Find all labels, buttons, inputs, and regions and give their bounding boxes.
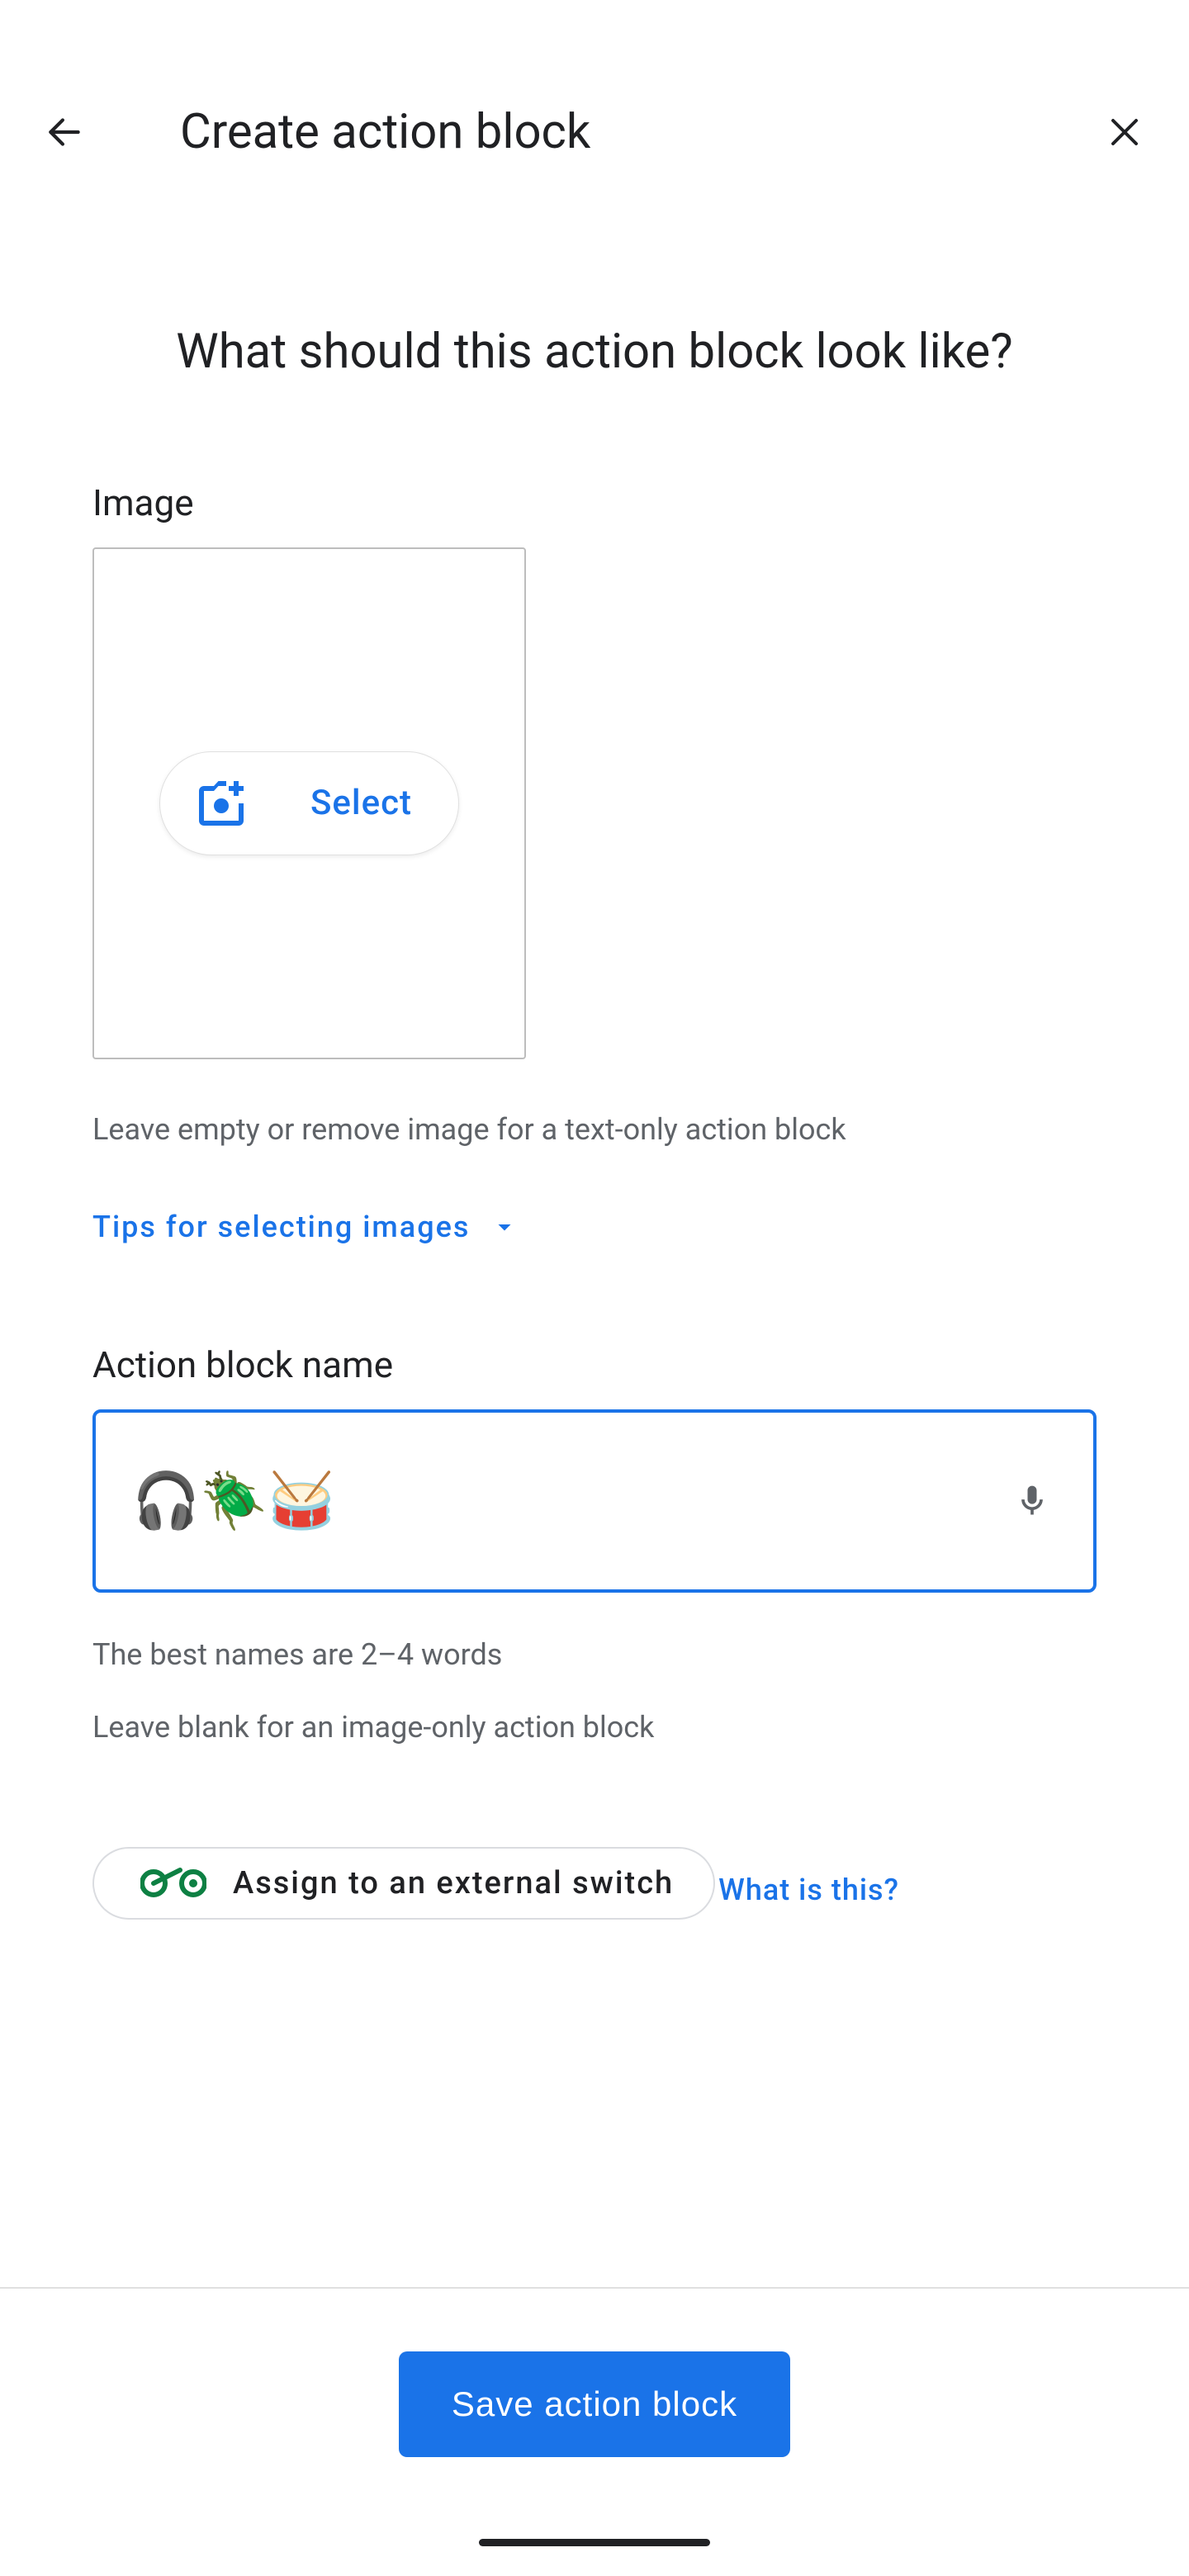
back-button[interactable] (40, 107, 89, 157)
save-action-block-button[interactable]: Save action block (399, 2351, 790, 2457)
headline: What should this action block look like? (92, 322, 1097, 382)
arrow-left-icon (44, 111, 85, 153)
app-bar: Create action block (0, 0, 1189, 264)
camera-add-icon (192, 774, 251, 833)
what-is-this-link[interactable]: What is this? (718, 1873, 899, 1907)
content-area: What should this action block look like?… (0, 322, 1189, 1920)
page-title: Create action block (180, 104, 1100, 160)
tips-link-label: Tips for selecting images (92, 1210, 470, 1244)
voice-input-button[interactable] (1007, 1476, 1057, 1526)
close-button[interactable] (1100, 107, 1149, 157)
assign-switch-button[interactable]: Assign to an external switch (92, 1847, 715, 1920)
chevron-down-icon (490, 1212, 519, 1242)
image-helper-text: Leave empty or remove image for a text-o… (92, 1109, 1097, 1150)
tips-link[interactable]: Tips for selecting images (92, 1210, 1097, 1244)
image-label: Image (92, 481, 1097, 524)
select-image-button[interactable]: Select (159, 751, 459, 855)
home-indicator (479, 2539, 710, 2546)
name-helper-1: The best names are 2–4 words (92, 1632, 1097, 1677)
name-label: Action block name (92, 1343, 1097, 1386)
close-icon (1105, 112, 1144, 152)
name-field-wrapper (92, 1409, 1097, 1593)
assign-switch-label: Assign to an external switch (233, 1865, 674, 1901)
name-helper-2: Leave blank for an image-only action blo… (92, 1710, 1097, 1745)
select-image-label: Select (310, 783, 412, 823)
image-preview-box: Select (92, 547, 526, 1059)
switch-icon (140, 1867, 206, 1900)
bottom-bar: Save action block (0, 2287, 1189, 2576)
microphone-icon (1014, 1478, 1050, 1524)
action-block-name-input[interactable] (132, 1470, 1007, 1532)
